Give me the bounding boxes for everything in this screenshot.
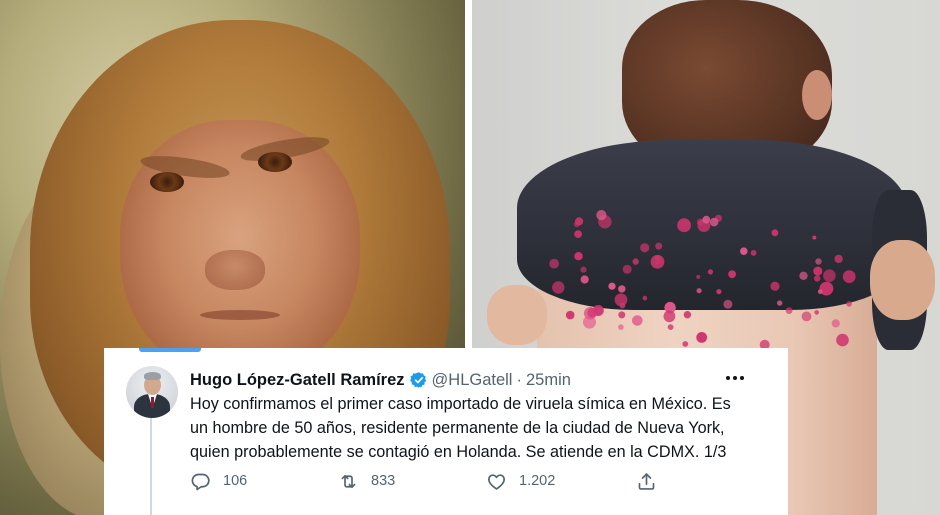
monkey-nose bbox=[205, 250, 265, 290]
rash-spot bbox=[696, 332, 708, 343]
reply-count: 106 bbox=[223, 473, 248, 489]
retweet-button[interactable]: 833 bbox=[338, 470, 395, 492]
tweet-text: Hoy confirmamos el primer caso importado… bbox=[190, 392, 750, 464]
rash-spot bbox=[587, 307, 598, 318]
like-button[interactable]: 1.202 bbox=[486, 470, 555, 492]
share-icon bbox=[638, 472, 655, 490]
avatar-tie bbox=[151, 397, 154, 408]
rash-spot bbox=[707, 269, 713, 275]
rash-spot bbox=[663, 310, 676, 323]
rash-spot bbox=[834, 254, 843, 264]
rash-spot bbox=[618, 311, 626, 319]
rash-spot bbox=[608, 282, 616, 290]
timestamp[interactable]: 25min bbox=[526, 371, 571, 390]
rash-spot bbox=[771, 229, 779, 237]
tweet-card[interactable]: Hugo López-Gatell Ramírez @HLGatell · 25… bbox=[104, 348, 788, 515]
rash-spot bbox=[815, 258, 822, 265]
rash-spot bbox=[642, 295, 648, 301]
rash-spot bbox=[836, 333, 849, 347]
rash-spot bbox=[650, 254, 665, 269]
rash-spot bbox=[831, 319, 840, 328]
rash-spot bbox=[580, 266, 587, 273]
rash-spot bbox=[574, 221, 580, 228]
rash-spot bbox=[622, 264, 632, 274]
rash-spot bbox=[846, 301, 852, 307]
rash-spot bbox=[614, 293, 628, 307]
separator-dot: · bbox=[516, 370, 522, 389]
rash-spot bbox=[740, 247, 748, 255]
rash-spot bbox=[770, 281, 780, 291]
rash-spot bbox=[814, 310, 819, 315]
tweet-header: Hugo López-Gatell Ramírez @HLGatell · 25… bbox=[190, 369, 571, 391]
author-handle[interactable]: @HLGatell bbox=[432, 371, 513, 390]
rash-spot bbox=[696, 274, 701, 279]
monkey-eye-right bbox=[258, 152, 292, 172]
rash-spot bbox=[677, 218, 691, 233]
tweet-text-line: quien probablemente se contagió en Holan… bbox=[190, 443, 727, 461]
rash-spot bbox=[632, 258, 639, 265]
rash-spot bbox=[723, 299, 733, 309]
rash-spot bbox=[842, 270, 856, 283]
monkey-mouth bbox=[200, 310, 280, 320]
rash-spot bbox=[812, 235, 817, 240]
rash-spot bbox=[667, 324, 674, 330]
like-count: 1.202 bbox=[519, 473, 556, 489]
rash-spot bbox=[632, 315, 643, 326]
rash-spot bbox=[580, 275, 589, 284]
tweet-text-line: un hombre de 50 años, residente permanen… bbox=[190, 419, 725, 437]
rash-spot bbox=[596, 210, 607, 221]
rash-spot bbox=[799, 271, 808, 280]
rash-spot bbox=[777, 300, 783, 306]
rash-spot bbox=[683, 311, 692, 319]
rash-spot bbox=[682, 341, 689, 347]
rash-spot bbox=[640, 243, 650, 253]
rash-spot bbox=[696, 288, 702, 294]
rash-spot bbox=[574, 252, 583, 261]
reply-icon bbox=[191, 473, 210, 490]
rash-spot bbox=[702, 215, 711, 224]
tweet-actions: 106 833 1.202 bbox=[190, 470, 670, 492]
rash-spot bbox=[574, 230, 582, 239]
share-button[interactable] bbox=[636, 470, 657, 492]
rash-spot bbox=[814, 275, 821, 282]
rash-spot bbox=[709, 217, 719, 227]
rash-spot bbox=[750, 250, 757, 256]
thread-line bbox=[150, 417, 152, 515]
tweet-text-line: Hoy confirmamos el primer caso importado… bbox=[190, 395, 731, 413]
like-icon bbox=[488, 473, 505, 490]
monkey-eye-left bbox=[150, 172, 184, 192]
rash-spot bbox=[801, 311, 812, 322]
verified-badge-icon bbox=[409, 372, 426, 388]
rash-spot bbox=[565, 310, 575, 320]
rash-spot bbox=[817, 289, 823, 295]
rash-spot bbox=[823, 269, 836, 283]
avatar[interactable] bbox=[126, 366, 178, 418]
rash-spot bbox=[716, 289, 722, 295]
thread-indicator bbox=[139, 348, 201, 352]
rash-spot bbox=[655, 242, 663, 250]
rash-spot bbox=[618, 285, 626, 293]
avatar-hair bbox=[144, 372, 161, 380]
retweet-count: 833 bbox=[371, 473, 396, 489]
rash-spot bbox=[785, 307, 793, 314]
reply-button[interactable]: 106 bbox=[190, 470, 247, 492]
retweet-icon bbox=[341, 474, 356, 488]
rash-spot bbox=[549, 258, 559, 269]
rash-spot bbox=[728, 270, 736, 279]
author-name[interactable]: Hugo López-Gatell Ramírez bbox=[190, 371, 405, 390]
more-options-icon[interactable] bbox=[724, 368, 746, 388]
rash-spot bbox=[552, 281, 565, 294]
rash-spot bbox=[618, 324, 624, 330]
rash-spot bbox=[813, 266, 823, 276]
